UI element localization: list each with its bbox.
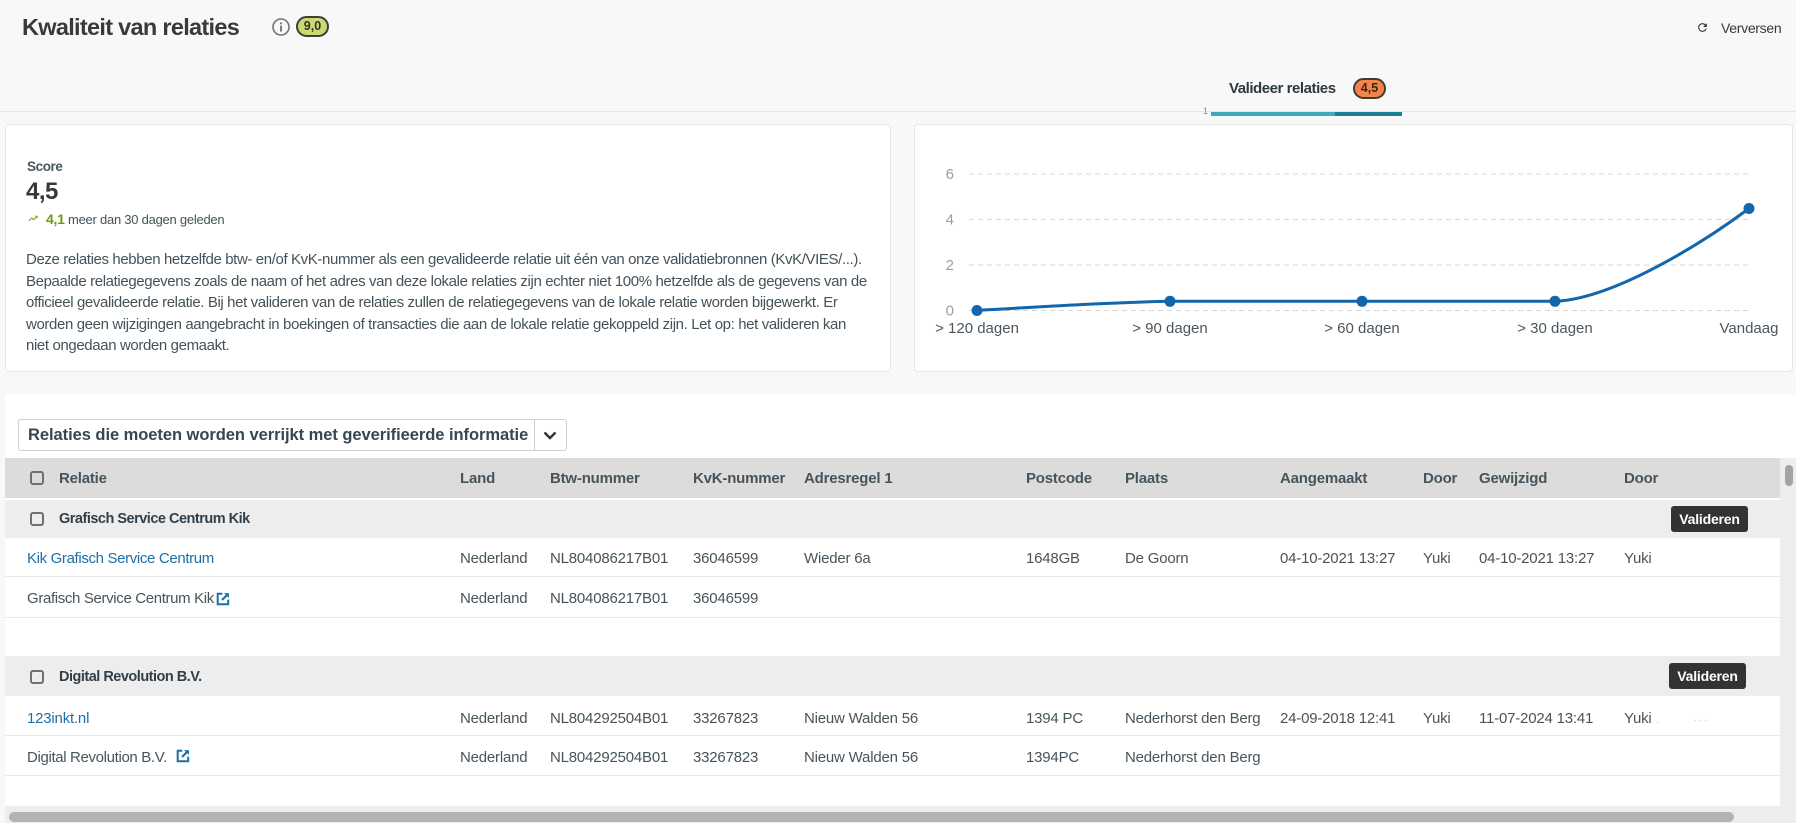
svg-text:2: 2 <box>946 257 954 274</box>
svg-text:0: 0 <box>946 303 954 320</box>
svg-text:> 90 dagen: > 90 dagen <box>1132 320 1208 337</box>
svg-text:> 60 dagen: > 60 dagen <box>1324 320 1400 337</box>
svg-text:Vandaag: Vandaag <box>1720 320 1779 337</box>
svg-text:6: 6 <box>946 166 954 183</box>
svg-text:> 30 dagen: > 30 dagen <box>1517 320 1593 337</box>
svg-text:4: 4 <box>946 212 954 229</box>
svg-text:> 120 dagen: > 120 dagen <box>935 320 1019 337</box>
